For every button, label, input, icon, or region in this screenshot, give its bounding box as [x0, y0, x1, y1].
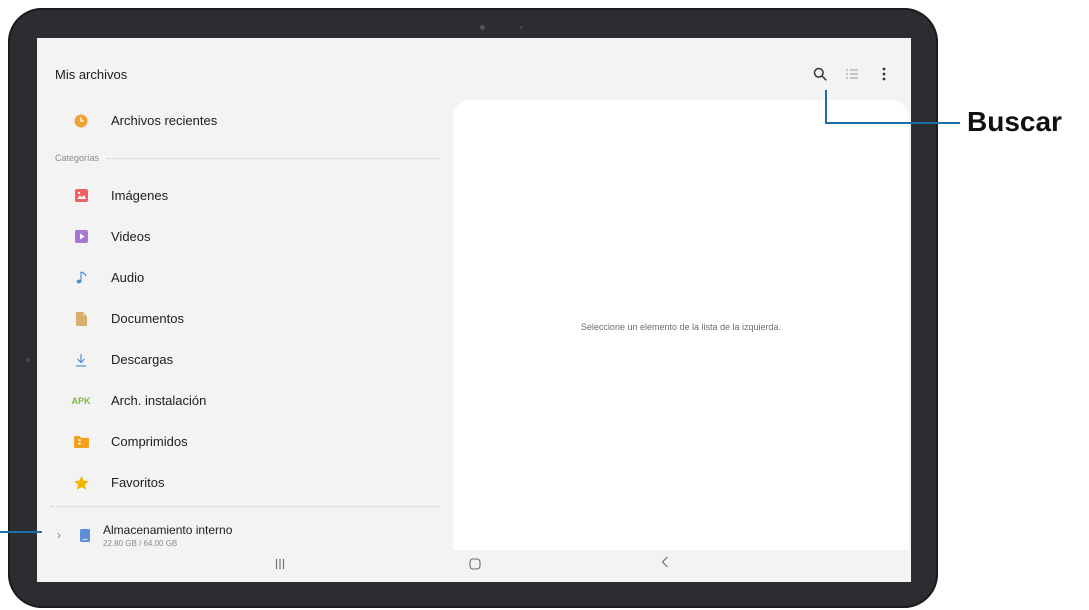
power-button [198, 13, 270, 17]
more-options-button[interactable] [871, 62, 897, 86]
apk-icon: APK [51, 396, 111, 406]
video-icon [51, 230, 111, 243]
empty-state-message: Seleccione un elemento de la lista de la… [580, 322, 782, 332]
categories-header: Categorías [51, 141, 439, 175]
sidebar-item-installation-files[interactable]: APK Arch. instalación [51, 380, 439, 421]
phone-storage-icon [67, 528, 103, 542]
sidebar-item-videos[interactable]: Videos [51, 216, 439, 257]
search-callout-line [825, 122, 960, 124]
toolbar-actions [807, 62, 897, 86]
compressed-folder-icon [51, 435, 111, 448]
sidebar-item-compressed[interactable]: Comprimidos [51, 421, 439, 462]
search-callout-line [825, 90, 827, 123]
sidebar-item-audio[interactable]: Audio [51, 257, 439, 298]
storage-divider [51, 506, 439, 507]
sidebar-item-label: Archivos recientes [111, 113, 218, 128]
sidebar-item-downloads[interactable]: Descargas [51, 339, 439, 380]
search-button[interactable] [807, 62, 833, 86]
list-view-icon [846, 69, 858, 79]
recent-apps-icon[interactable] [275, 558, 285, 573]
sidebar-item-label: Descargas [111, 352, 174, 367]
list-view-button[interactable] [839, 62, 865, 86]
sidebar-item-label: Favoritos [111, 475, 165, 490]
detail-pane: Seleccione un elemento de la lista de la… [453, 100, 909, 550]
home-icon[interactable] [469, 557, 481, 573]
document-icon [51, 311, 111, 326]
storage-info: Almacenamiento interno 22.80 GB / 64.00 … [103, 523, 232, 548]
sidebar-item-favorites[interactable]: Favoritos [51, 462, 439, 503]
star-icon [51, 475, 111, 490]
sidebar-item-label: Arch. instalación [111, 393, 207, 408]
sidebar-item-documents[interactable]: Documentos [51, 298, 439, 339]
clock-icon [51, 114, 111, 128]
sidebar-item-label: Audio [111, 270, 145, 285]
apk-icon-text: APK [71, 395, 91, 406]
light-sensor [520, 26, 523, 29]
image-icon [51, 189, 111, 202]
more-options-icon [882, 67, 886, 81]
sidebar-item-label: Comprimidos [111, 434, 188, 449]
divider [107, 157, 439, 159]
sidebar-item-recent[interactable]: Archivos recientes [51, 100, 439, 141]
sidebar-item-label: Imágenes [111, 188, 169, 203]
navigation-bar [37, 550, 911, 582]
sidebar-item-internal-storage[interactable]: › Almacenamiento interno 22.80 GB / 64.0… [51, 516, 439, 554]
category-list: Archivos recientes Categorías Imágenes V… [51, 100, 439, 503]
storage-usage: 22.80 GB / 64.00 GB [103, 538, 178, 548]
categories-header-label: Categorías [55, 153, 100, 163]
volume-button [134, 13, 166, 17]
sidebar-item-label: Videos [111, 229, 151, 244]
back-icon[interactable] [661, 555, 669, 573]
storage-callout-line [0, 531, 42, 533]
download-icon [51, 353, 111, 367]
side-sensor [26, 358, 30, 362]
tablet-screen: Mis archivos Archivos recientes Categorí… [37, 38, 911, 582]
sidebar-item-images[interactable]: Imágenes [51, 175, 439, 216]
chevron-right-icon[interactable]: › [51, 528, 67, 542]
search-icon [813, 67, 827, 81]
search-callout-label: Buscar [967, 106, 1062, 137]
page-title: Mis archivos [55, 67, 128, 82]
music-note-icon [51, 270, 111, 285]
storage-name: Almacenamiento interno [103, 522, 233, 537]
sidebar-item-label: Documentos [111, 311, 184, 326]
front-camera [480, 25, 485, 30]
